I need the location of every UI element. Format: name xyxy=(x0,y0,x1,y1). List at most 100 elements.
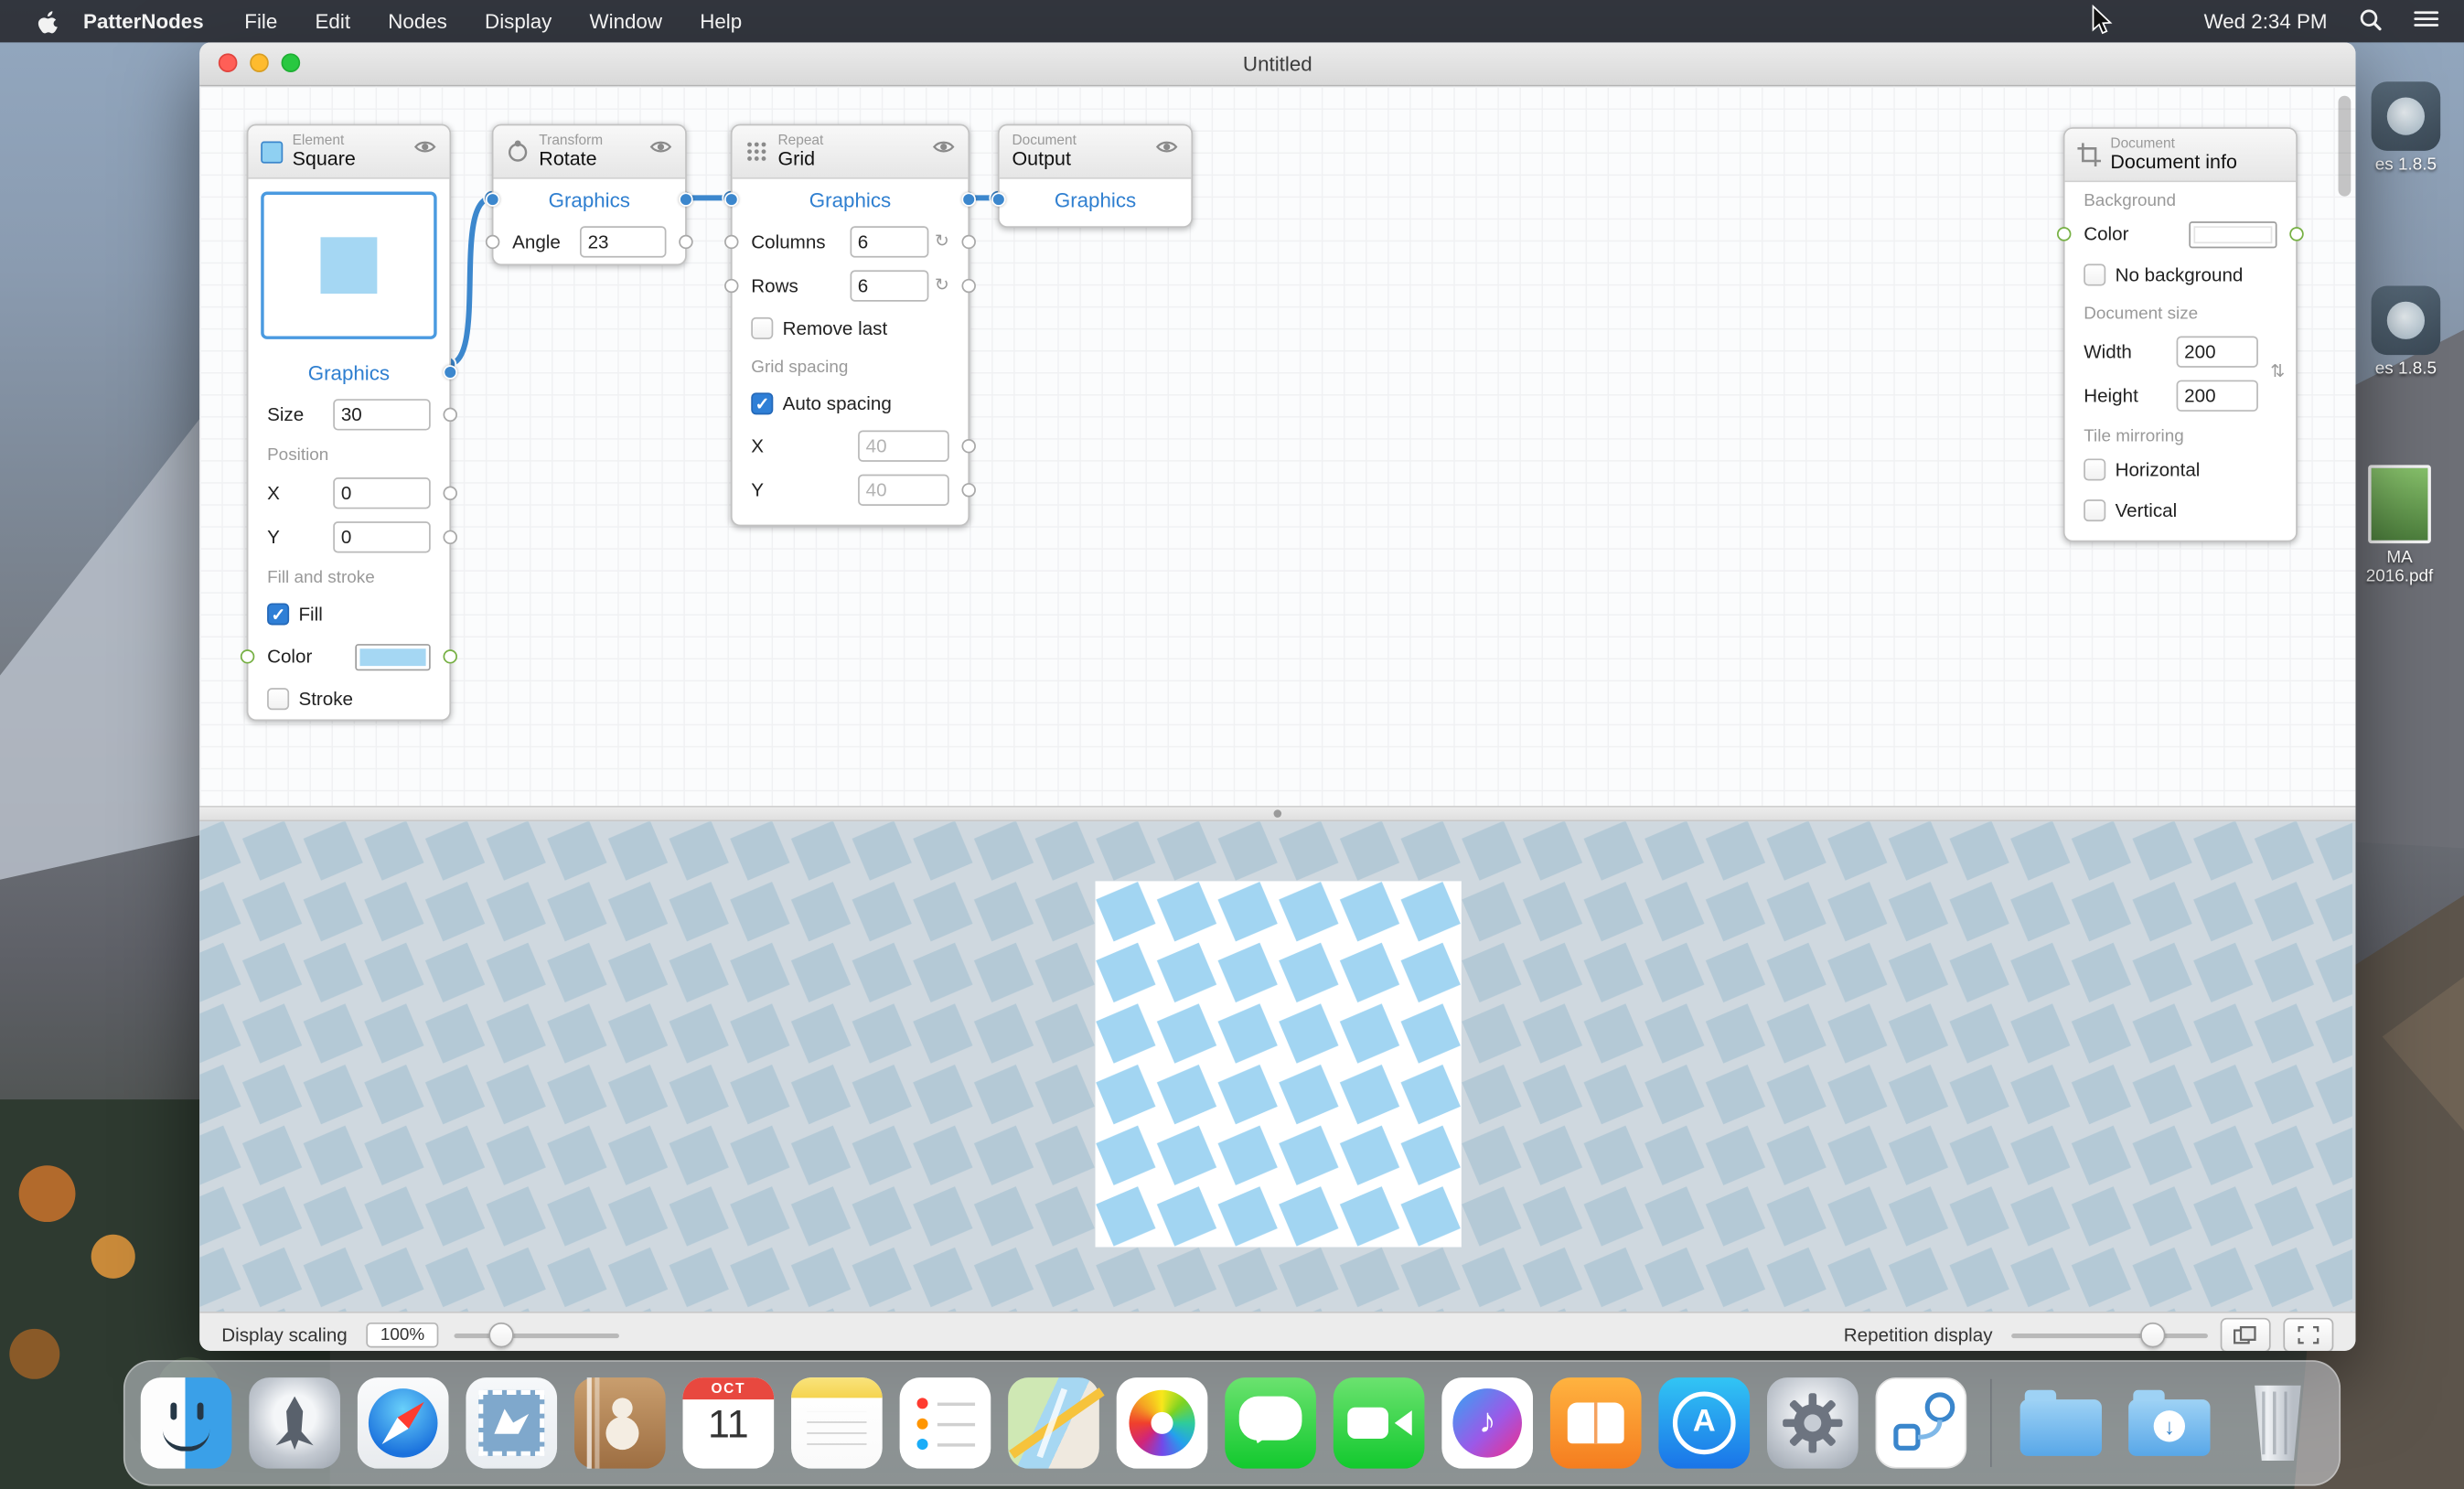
color-input-port[interactable] xyxy=(241,649,254,663)
node-rotate-header[interactable]: Transform Rotate xyxy=(493,125,685,178)
node-square[interactable]: Element Square Graphics Size Po xyxy=(247,124,451,722)
desktop-icon-pdf[interactable]: МА 2016.pdf xyxy=(2351,465,2448,585)
repetition-display-slider[interactable] xyxy=(2011,1333,2208,1337)
dock-finder-icon[interactable] xyxy=(141,1377,232,1469)
graphics-input-port[interactable] xyxy=(724,192,738,206)
display-scaling-value[interactable]: 100% xyxy=(366,1323,438,1347)
rows-output-port[interactable] xyxy=(961,279,975,293)
color-output-port[interactable] xyxy=(444,649,457,663)
node-rotate[interactable]: Transform Rotate Graphics Angle xyxy=(492,124,687,266)
node-output-header[interactable]: Document Output xyxy=(1000,125,1192,178)
fill-color-swatch[interactable] xyxy=(355,643,430,670)
close-button[interactable] xyxy=(219,53,238,72)
visibility-eye-icon[interactable] xyxy=(649,138,673,155)
pane-divider-handle[interactable] xyxy=(199,806,2355,821)
spacing-y-port[interactable] xyxy=(961,483,975,497)
dock-messages-icon[interactable] xyxy=(1225,1377,1316,1469)
dock-patternodes-icon[interactable] xyxy=(1876,1377,1967,1469)
dock-maps-icon[interactable] xyxy=(1008,1377,1099,1469)
zoom-button[interactable] xyxy=(282,53,301,72)
node-document-info-header[interactable]: Document Document info xyxy=(2065,129,2297,182)
no-background-checkbox[interactable] xyxy=(2084,264,2105,286)
angle-input[interactable] xyxy=(580,226,666,257)
pattern-preview[interactable] xyxy=(199,821,2355,1312)
y-port[interactable] xyxy=(444,530,457,544)
spacing-y-input[interactable] xyxy=(858,475,949,506)
stroke-checkbox[interactable] xyxy=(267,688,289,710)
menu-item-nodes[interactable]: Nodes xyxy=(370,9,466,33)
menu-app-name[interactable]: PatterNodes xyxy=(74,9,226,33)
notification-center-icon[interactable] xyxy=(2414,9,2438,33)
dock-calendar-icon[interactable]: OCT 11 xyxy=(683,1377,775,1469)
repetition-display-knob[interactable] xyxy=(2140,1323,2165,1347)
angle-input-port[interactable] xyxy=(486,235,499,249)
x-port[interactable] xyxy=(444,487,457,500)
dock-trash-icon[interactable] xyxy=(2233,1377,2324,1469)
dock-launchpad-icon[interactable] xyxy=(249,1377,340,1469)
display-scaling-slider[interactable] xyxy=(455,1333,619,1337)
remove-last-checkbox[interactable] xyxy=(751,317,773,339)
columns-output-port[interactable] xyxy=(961,235,975,249)
node-output[interactable]: Document Output Graphics xyxy=(998,124,1193,228)
x-input[interactable] xyxy=(333,477,431,509)
menu-item-display[interactable]: Display xyxy=(466,9,570,33)
refresh-icon[interactable]: ↻ xyxy=(935,233,949,251)
menu-item-edit[interactable]: Edit xyxy=(296,9,370,33)
auto-spacing-checkbox[interactable] xyxy=(751,392,773,414)
canvas-scrollbar[interactable] xyxy=(2339,96,2352,197)
bg-color-swatch[interactable] xyxy=(2189,220,2277,247)
dock-system-preferences-icon[interactable] xyxy=(1767,1377,1859,1469)
apple-menu-icon[interactable] xyxy=(22,8,74,33)
dock-folder-icon[interactable] xyxy=(2015,1377,2106,1469)
y-input[interactable] xyxy=(333,521,431,552)
graphics-input-port[interactable] xyxy=(991,192,1005,206)
dock-safari-icon[interactable] xyxy=(358,1377,449,1469)
fill-checkbox[interactable] xyxy=(267,603,289,625)
link-size-icon[interactable]: ⇅ xyxy=(2270,361,2285,381)
dock-app-store-icon[interactable]: A xyxy=(1658,1377,1750,1469)
spotlight-search-icon[interactable] xyxy=(2359,7,2383,36)
columns-input-port[interactable] xyxy=(724,235,738,249)
height-input[interactable] xyxy=(2177,380,2258,412)
dock-contacts-icon[interactable] xyxy=(574,1377,666,1469)
dock-ibooks-icon[interactable] xyxy=(1550,1377,1642,1469)
refresh-icon[interactable]: ↻ xyxy=(935,277,949,295)
spacing-x-input[interactable] xyxy=(858,431,949,462)
desktop-icon-disk-2[interactable]: es 1.8.5 xyxy=(2357,286,2455,379)
menu-clock[interactable]: Wed 2:34 PM xyxy=(2204,9,2328,33)
size-port[interactable] xyxy=(444,408,457,422)
graphics-input-port[interactable] xyxy=(486,192,499,206)
dock-itunes-icon[interactable]: ♪ xyxy=(1441,1377,1533,1469)
tile-view-button[interactable] xyxy=(2221,1318,2271,1351)
spacing-x-port[interactable] xyxy=(961,439,975,453)
bg-color-output-port[interactable] xyxy=(2289,227,2303,241)
rows-input-port[interactable] xyxy=(724,279,738,293)
display-scaling-knob[interactable] xyxy=(488,1323,513,1347)
dock-reminders-icon[interactable] xyxy=(900,1377,991,1469)
fit-view-button[interactable] xyxy=(2283,1318,2333,1351)
desktop-icon-disk-1[interactable]: es 1.8.5 xyxy=(2357,81,2455,174)
minimize-button[interactable] xyxy=(250,53,269,72)
dock-facetime-icon[interactable] xyxy=(1334,1377,1425,1469)
menu-item-window[interactable]: Window xyxy=(571,9,681,33)
size-input[interactable] xyxy=(333,399,431,430)
rows-input[interactable] xyxy=(850,270,928,301)
node-grid-header[interactable]: Repeat Grid xyxy=(733,125,969,178)
node-document-info[interactable]: Document Document info Background Color … xyxy=(2063,127,2298,541)
visibility-eye-icon[interactable] xyxy=(932,138,956,155)
graphics-output-port[interactable] xyxy=(679,192,692,206)
menu-item-file[interactable]: File xyxy=(226,9,296,33)
dock-mail-icon[interactable] xyxy=(466,1377,557,1469)
node-grid[interactable]: Repeat Grid Graphics Columns ↻ xyxy=(731,124,970,527)
graphics-output-port[interactable] xyxy=(961,192,975,206)
node-canvas[interactable]: Element Square Graphics Size Po xyxy=(199,86,2355,806)
graphics-output-port[interactable] xyxy=(444,365,457,379)
node-square-header[interactable]: Element Square xyxy=(248,125,449,178)
visibility-eye-icon[interactable] xyxy=(413,138,437,155)
bg-color-input-port[interactable] xyxy=(2057,227,2071,241)
dock-downloads-icon[interactable]: ↓ xyxy=(2124,1377,2215,1469)
angle-output-port[interactable] xyxy=(679,235,692,249)
width-input[interactable] xyxy=(2177,337,2258,368)
columns-input[interactable] xyxy=(850,226,928,257)
window-titlebar[interactable]: Untitled xyxy=(199,42,2355,86)
